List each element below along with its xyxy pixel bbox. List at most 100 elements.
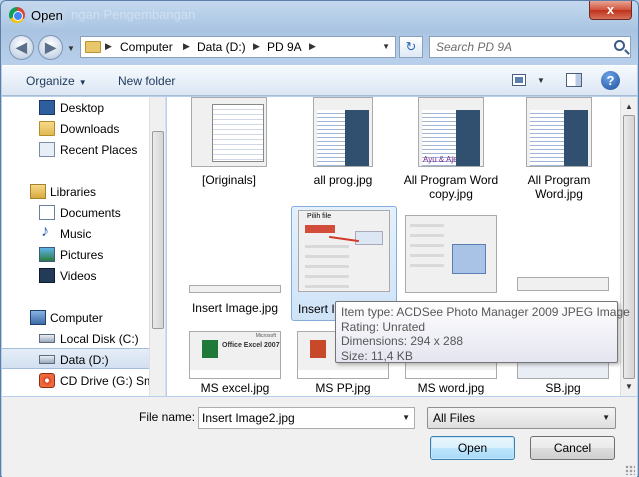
chrome-icon (9, 7, 25, 23)
file-type-value: All Files (433, 411, 476, 425)
breadcrumb-computer[interactable]: Computer (120, 40, 173, 54)
downloads-folder-icon (39, 121, 55, 136)
scroll-up-icon[interactable]: ▲ (625, 102, 633, 111)
scrollbar-thumb[interactable] (152, 131, 164, 329)
file-item-insert-image-4[interactable] (509, 209, 617, 299)
thumbnail-shape (305, 225, 335, 233)
search-box[interactable] (429, 36, 631, 58)
image-thumbnail (405, 215, 497, 293)
search-icon[interactable] (614, 40, 625, 51)
preview-pane-icon[interactable] (566, 73, 582, 87)
file-list-scrollbar[interactable]: ▲ ▼ (620, 97, 637, 396)
breadcrumb-data-d[interactable]: Data (D:) (197, 40, 246, 54)
refresh-icon: ↻ (405, 39, 417, 54)
tooltip-size: Size: 11,4 KB (341, 348, 413, 363)
chevron-down-icon: ▼ (602, 413, 610, 422)
cd-drive-icon (39, 373, 55, 388)
breadcrumb-separator-icon[interactable]: ▶ (253, 41, 260, 52)
sidebar-item-data-d[interactable]: Data (D:) (2, 348, 152, 369)
scrollbar-thumb[interactable] (623, 115, 635, 379)
command-toolbar: Organize ▼ New folder ▼ ? (2, 65, 637, 96)
thumbnail-text: Microsoft (255, 333, 276, 339)
file-name: MS excel.jpg (200, 381, 270, 395)
scroll-down-icon[interactable]: ▼ (625, 382, 633, 391)
breadcrumb-separator-icon[interactable]: ▶ (183, 41, 190, 52)
thumbnail-shape (452, 244, 486, 274)
sidebar-item-documents[interactable]: Documents (2, 202, 152, 223)
resize-grip-icon[interactable] (625, 465, 635, 475)
open-button[interactable]: Open (430, 436, 515, 460)
thumbnail-bar (190, 370, 280, 378)
image-thumbnail (189, 285, 281, 293)
new-folder-button[interactable]: New folder (118, 74, 175, 88)
title-bar[interactable]: ngan Pengembangan Open x (1, 1, 638, 31)
image-thumbnail (517, 361, 609, 379)
sidebar-item-libraries[interactable]: Libraries (2, 181, 152, 202)
documents-icon (39, 205, 55, 220)
sidebar-item-music[interactable]: Music (2, 223, 152, 244)
file-item-all-program-word-copy[interactable]: Ayu & Ajeng All Program Word copy.jpg (397, 97, 505, 207)
sidebar-item-videos[interactable]: Videos (2, 265, 152, 286)
sidebar-item-downloads[interactable]: Downloads (2, 118, 152, 139)
sidebar-item-label: Music (60, 227, 92, 241)
sidebar-item-label: CD Drive (G:) Sm (60, 374, 154, 388)
organize-button[interactable]: Organize ▼ (26, 74, 87, 88)
sidebar-item-desktop[interactable]: Desktop (2, 97, 152, 118)
folder-icon (85, 41, 101, 53)
breadcrumb-separator-icon[interactable]: ▶ (105, 41, 112, 52)
file-name: All Program Word.jpg (527, 173, 591, 201)
image-thumbnail (313, 97, 373, 167)
desktop-icon (39, 100, 55, 115)
local-disk-icon (39, 334, 55, 343)
address-bar[interactable]: ▶ Computer ▶ Data (D:) ▶ PD 9A ▶ ▼ (80, 36, 396, 58)
thumbnail-line (305, 265, 349, 268)
file-item-insert-image[interactable]: Insert Image.jpg (181, 209, 289, 319)
file-item-all-program-word[interactable]: All Program Word.jpg (505, 97, 613, 207)
file-name-input[interactable] (202, 410, 387, 426)
address-dropdown-icon[interactable]: ▼ (382, 42, 390, 51)
thumbnail-line (410, 264, 444, 267)
recent-locations-chevron-icon[interactable]: ▼ (67, 44, 75, 53)
navigation-pane-scrollbar[interactable] (149, 97, 165, 396)
file-name: All Program Word copy.jpg (403, 173, 499, 201)
sidebar-item-local-disk-c[interactable]: Local Disk (C:) (2, 328, 152, 349)
close-button[interactable]: x (589, 1, 632, 20)
file-item-all-prog[interactable]: all prog.jpg (289, 97, 397, 207)
thumbnail-line (305, 245, 349, 248)
breadcrumb-pd-9a[interactable]: PD 9A (267, 40, 302, 54)
thumbnail-text: Office Excel 2007 (222, 342, 280, 349)
folder-thumbnail-icon (191, 97, 267, 167)
file-item-ms-excel[interactable]: Microsoft Office Excel 2007 MS excel.jpg (181, 331, 289, 396)
recent-places-icon (39, 142, 55, 157)
refresh-button[interactable]: ↻ (399, 36, 423, 58)
sidebar-item-cd-drive-g[interactable]: CD Drive (G:) Sm (2, 370, 154, 391)
change-view-icon[interactable] (512, 74, 526, 86)
breadcrumb-separator-icon[interactable]: ▶ (309, 41, 316, 52)
navigation-pane: Desktop Downloads Recent Places Librarie… (2, 97, 166, 396)
thumbnail-line (410, 224, 444, 227)
dialog-footer: File name: ▼ All Files ▼ Open Cancel (2, 397, 637, 477)
forward-button[interactable]: ▶ (38, 35, 63, 60)
file-name-combobox[interactable]: ▼ (198, 407, 415, 429)
image-thumbnail (517, 277, 609, 291)
sidebar-item-label: Local Disk (C:) (60, 332, 139, 346)
file-item-originals[interactable]: [Originals] (175, 97, 283, 193)
sidebar-item-label: Pictures (60, 248, 104, 262)
file-name-dropdown-icon[interactable]: ▼ (402, 413, 410, 422)
sidebar-item-recent-places[interactable]: Recent Places (2, 139, 152, 160)
view-options-chevron-icon[interactable]: ▼ (537, 76, 545, 85)
search-input[interactable] (436, 39, 606, 55)
sidebar-item-label: Computer (50, 311, 103, 325)
back-button[interactable]: ◀ (9, 35, 34, 60)
help-icon[interactable]: ? (601, 71, 620, 90)
videos-icon (39, 268, 55, 283)
file-type-select[interactable]: All Files ▼ (427, 407, 616, 429)
file-name: MS word.jpg (417, 381, 485, 395)
file-item-insert-image-3[interactable] (397, 209, 505, 299)
cancel-button[interactable]: Cancel (530, 436, 615, 460)
sidebar-item-label: Data (D:) (60, 353, 109, 367)
sidebar-item-computer[interactable]: Computer (2, 307, 152, 328)
file-name-label: File name: (139, 410, 196, 424)
sidebar-item-pictures[interactable]: Pictures (2, 244, 152, 265)
folder-preview (212, 104, 264, 162)
